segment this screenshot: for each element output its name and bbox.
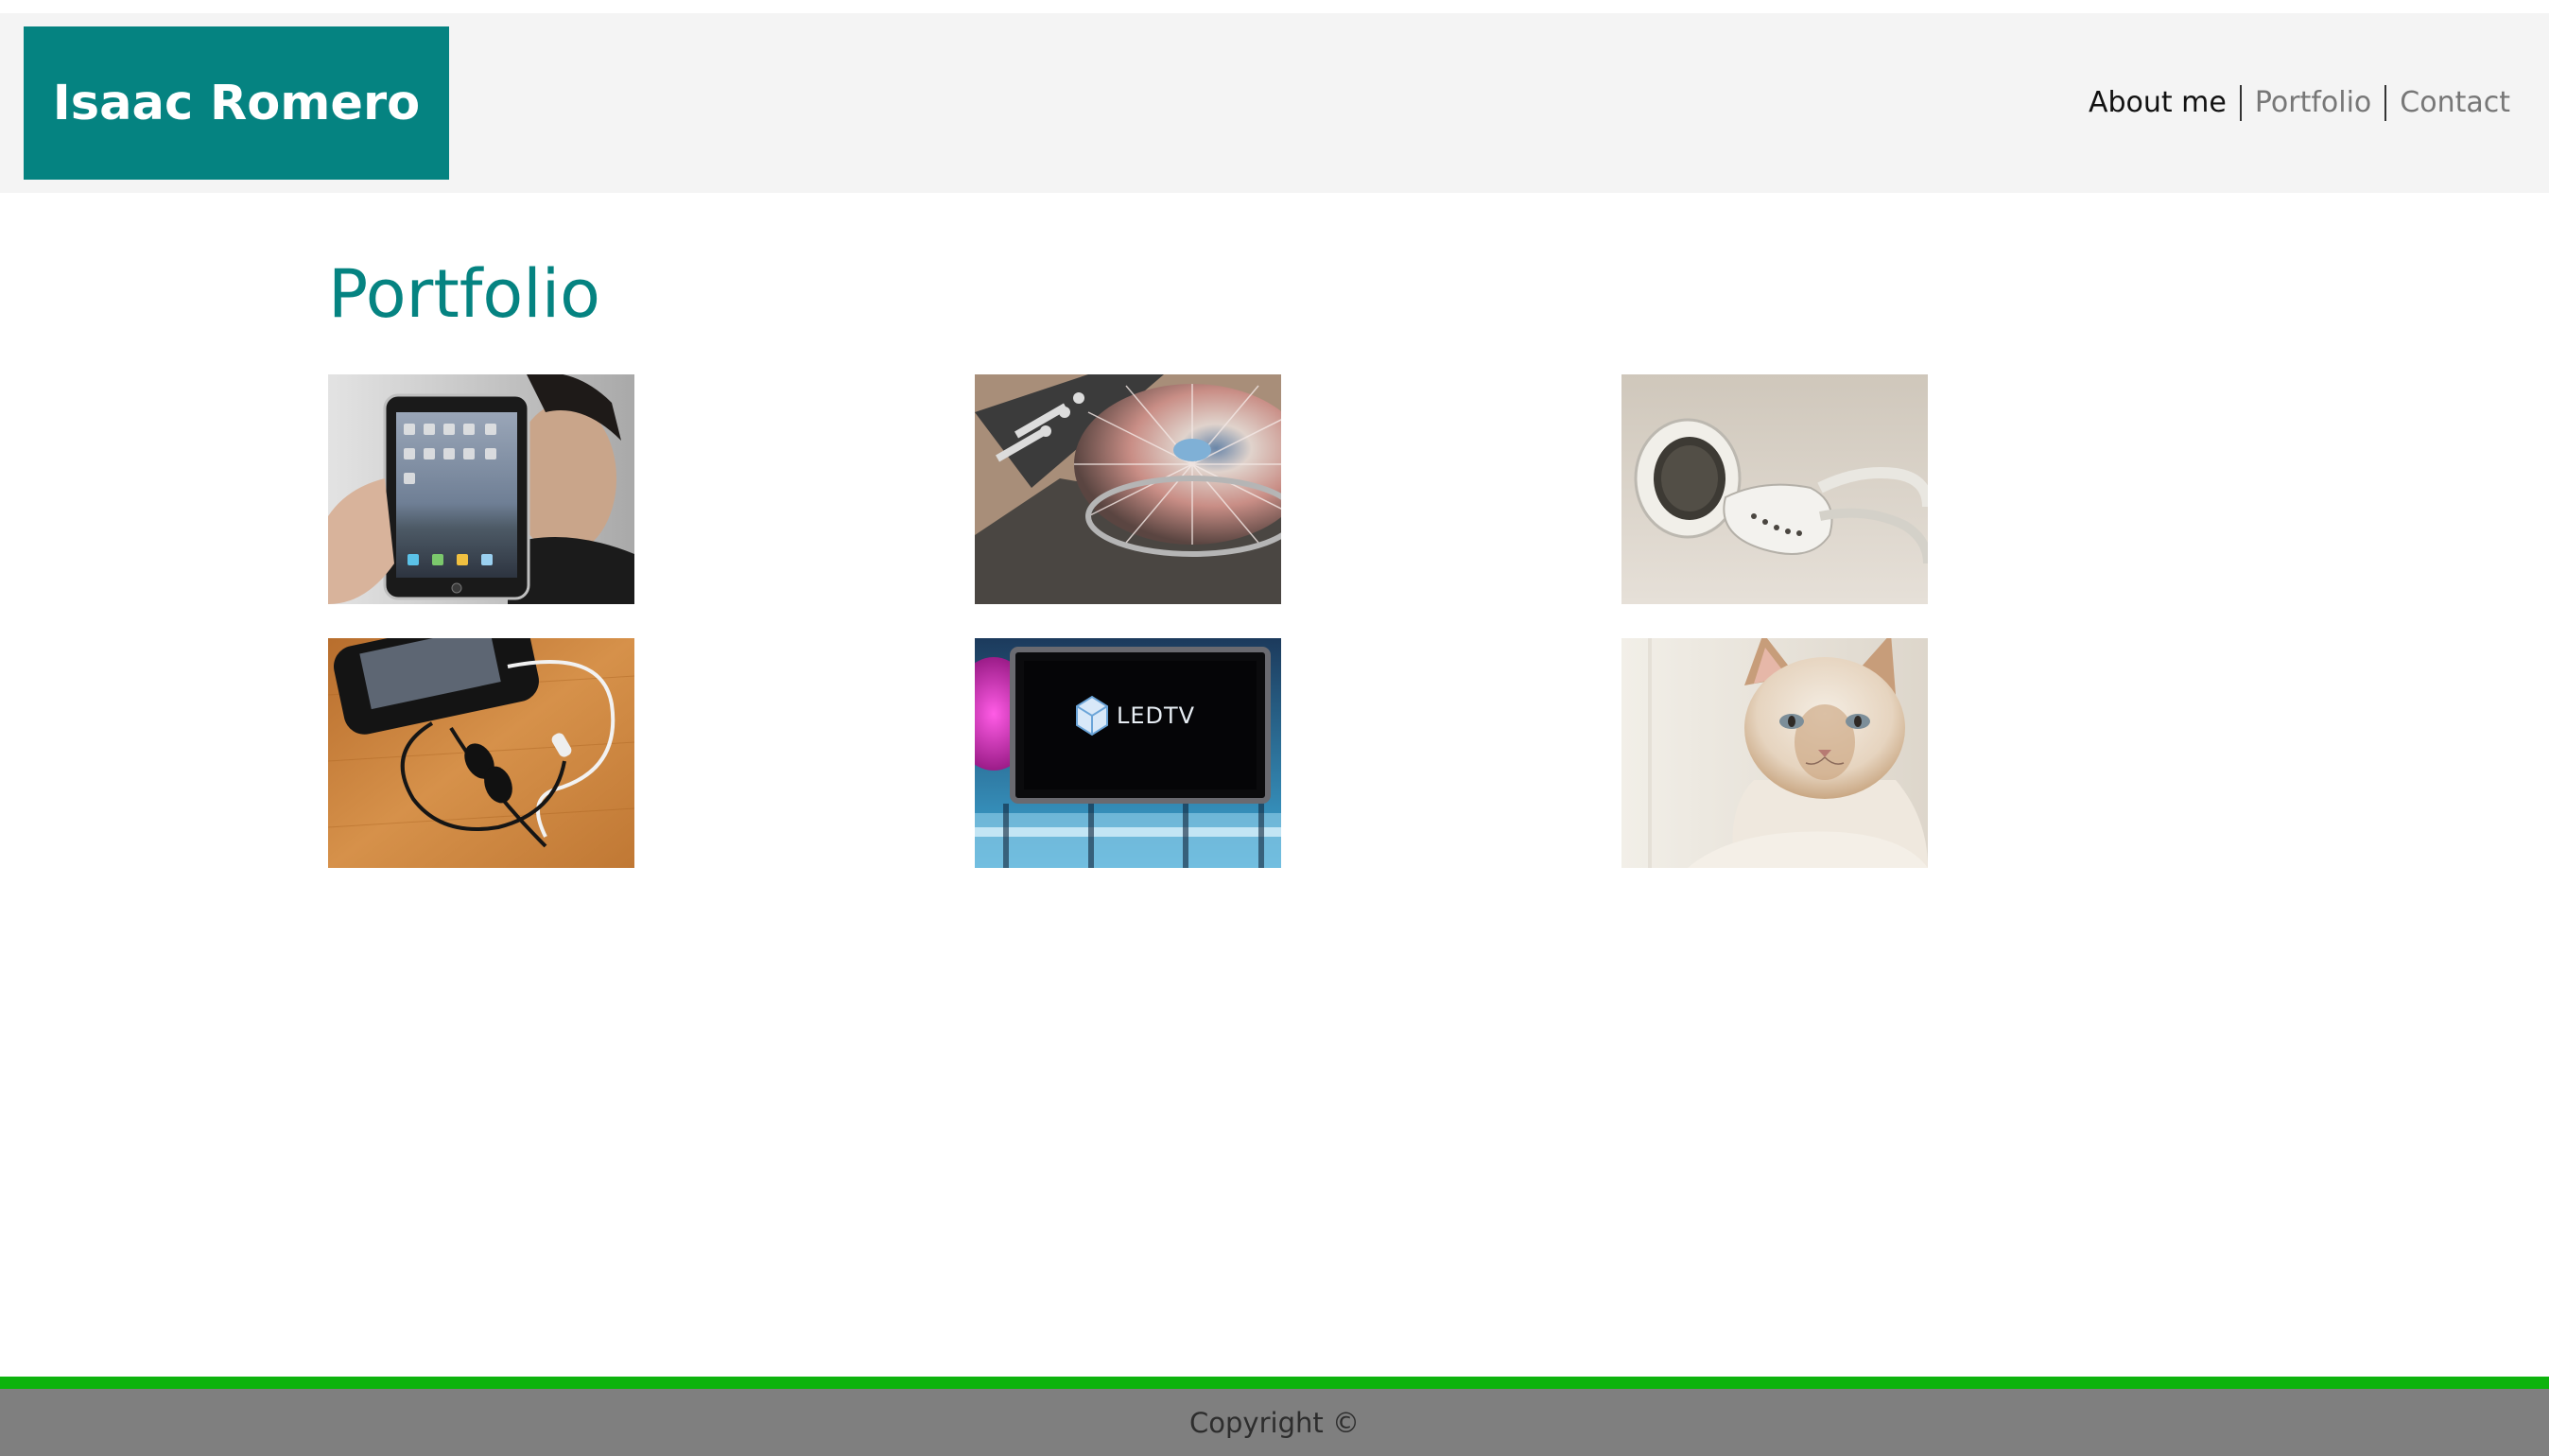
portfolio-item-led-tv[interactable]: LEDTV (975, 638, 1281, 868)
main-nav: About me Portfolio Contact (2089, 13, 2510, 193)
portfolio-item-tablet[interactable] (328, 374, 634, 604)
copyright-text: Copyright © (1189, 1406, 1360, 1439)
led-tv-photo: LEDTV (975, 638, 1281, 868)
portfolio-item-cat[interactable] (1621, 638, 1928, 868)
phone-earphones-photo (328, 638, 634, 868)
cat-photo (1621, 638, 1928, 868)
nav-about-me[interactable]: About me (2089, 85, 2240, 121)
portfolio-item-earbuds[interactable] (1621, 374, 1928, 604)
site-header: Isaac Romero About me Portfolio Contact (0, 13, 2549, 193)
site-logo[interactable]: Isaac Romero (24, 26, 449, 180)
nav-contact[interactable]: Contact (2384, 85, 2510, 121)
tv-logo-text: LEDTV (1117, 702, 1195, 729)
earbuds-photo (1621, 374, 1928, 604)
portfolio-item-turntable[interactable] (975, 374, 1281, 604)
footer-accent-bar (0, 1377, 2549, 1389)
turntable-photo (975, 374, 1281, 604)
portfolio-item-phone-earphones[interactable] (328, 638, 634, 868)
site-footer: Copyright © (0, 1389, 2549, 1456)
tablet-photo (328, 374, 634, 604)
nav-portfolio[interactable]: Portfolio (2239, 85, 2384, 121)
page-title: Portfolio (328, 255, 600, 333)
